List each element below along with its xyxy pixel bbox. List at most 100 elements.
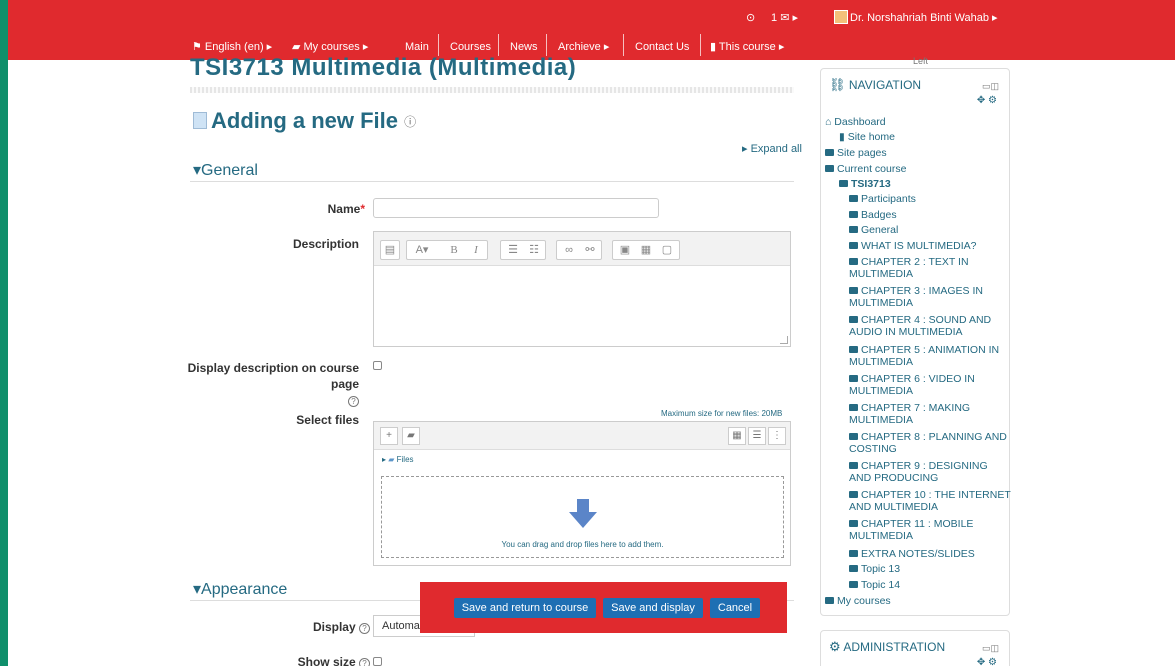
folder-icon <box>849 565 858 572</box>
show-size-checkbox[interactable] <box>373 657 382 666</box>
top-navbar: ⊙ 1 ✉ ▸ Dr. Norshahriah Binti Wahab ▸ ⚑ … <box>8 0 1175 60</box>
tree-view-icon[interactable]: ⋮ <box>768 427 786 445</box>
resize-handle[interactable] <box>780 336 788 344</box>
folder-icon <box>825 149 834 156</box>
nav-general[interactable]: General <box>849 224 1009 236</box>
nav-main[interactable]: Main <box>405 39 429 55</box>
notifications-menu[interactable]: 1 ✉ ▸ <box>771 10 798 26</box>
folder-icon <box>849 404 858 411</box>
user-menu[interactable]: Dr. Norshahriah Binti Wahab ▸ <box>834 10 998 26</box>
home-icon: ⌂ <box>825 116 835 128</box>
display-description-checkbox[interactable] <box>373 361 382 370</box>
nav-what-is-multimedia[interactable]: WHAT IS MULTIMEDIA? <box>849 240 1009 252</box>
folder-icon <box>849 375 858 382</box>
name-input[interactable] <box>373 198 659 218</box>
nav-dashboard[interactable]: ⌂ Dashboard <box>825 116 985 128</box>
caret-right-icon: ▸ <box>989 12 998 24</box>
folder-icon <box>849 258 858 265</box>
nav-topic-14[interactable]: Topic 14 <box>849 579 1009 591</box>
nav-participants[interactable]: Participants <box>849 193 1009 205</box>
folder-icon <box>849 491 858 498</box>
help-icon[interactable]: ? <box>359 623 370 634</box>
nav-chapter-5[interactable]: CHAPTER 5 : ANIMATION IN MULTIMEDIA <box>849 344 1005 368</box>
messages-icon[interactable]: ⊙ <box>746 10 755 26</box>
block-dock-icon[interactable]: ▭◫ <box>982 81 999 92</box>
files-path[interactable]: ▸ ▰ Files <box>382 455 414 464</box>
nav-chapter-11[interactable]: CHAPTER 11 : MOBILE MULTIMEDIA <box>849 518 1005 542</box>
nav-site-home[interactable]: ▮ Site home <box>839 131 999 143</box>
drop-zone-text: You can drag and drop files here to add … <box>501 540 664 549</box>
toolbar-toggle-icon[interactable]: ▤ <box>383 243 397 257</box>
media-icon[interactable]: ▦ <box>639 243 653 257</box>
help-icon[interactable]: ? <box>348 396 359 407</box>
cancel-button[interactable]: Cancel <box>710 598 760 618</box>
bold-icon[interactable]: B <box>447 243 461 257</box>
help-icon[interactable]: ⓘ <box>404 115 416 129</box>
nav-courses[interactable]: Courses <box>450 39 491 55</box>
display-label: Display ? <box>313 620 370 634</box>
nav-chapter-10[interactable]: CHAPTER 10 : THE INTERNET AND MULTIMEDIA <box>849 489 1011 513</box>
folder-icon <box>849 226 858 233</box>
ordered-list-icon[interactable]: ☷ <box>527 243 541 257</box>
block-move-icon[interactable]: ✥ ⚙ <box>977 657 997 666</box>
folder-open-icon <box>825 165 834 172</box>
block-move-icon[interactable]: ✥ ⚙ <box>977 95 997 106</box>
italic-icon[interactable]: I <box>469 243 483 257</box>
nav-news[interactable]: News <box>510 39 538 55</box>
name-label: Name* <box>327 202 365 216</box>
block-dock-icon[interactable]: ▭◫ <box>982 643 999 654</box>
manage-files-icon[interactable]: ▢ <box>660 243 674 257</box>
editor-toolbar: ▤ A▾ B I ☰ ☷ ∞ ⚯ ▣ ▦ ▢ <box>374 232 790 266</box>
nav-chapter-6[interactable]: CHAPTER 6 : VIDEO IN MULTIMEDIA <box>849 373 1005 397</box>
nav-divider <box>498 34 499 56</box>
icon-view-icon[interactable]: ▦ <box>728 427 746 445</box>
list-view-icon[interactable]: ☰ <box>748 427 766 445</box>
administration-block: ⚙ ADMINISTRATION ▭◫ ✥ ⚙ <box>820 630 1010 666</box>
help-icon[interactable]: ? <box>359 658 370 666</box>
page-frame: ⊙ 1 ✉ ▸ Dr. Norshahriah Binti Wahab ▸ ⚑ … <box>8 0 1175 666</box>
book-icon: ▮ <box>710 41 719 53</box>
nav-site-pages[interactable]: Site pages <box>825 147 985 159</box>
link-group: ∞ ⚯ <box>556 240 602 260</box>
nav-chapter-7[interactable]: CHAPTER 7 : MAKING MULTIMEDIA <box>849 402 1005 426</box>
nav-chapter-2[interactable]: CHAPTER 2 : TEXT IN MULTIMEDIA <box>849 256 1005 280</box>
create-folder-icon[interactable]: ▰ <box>402 427 420 445</box>
nav-topic-13[interactable]: Topic 13 <box>849 563 1009 575</box>
unlink-icon[interactable]: ⚯ <box>583 243 597 257</box>
nav-chapter-9[interactable]: CHAPTER 9 : DESIGNING AND PRODUCING <box>849 460 1005 484</box>
nav-archieve[interactable]: Archieve ▸ <box>558 39 609 55</box>
nav-this-course[interactable]: ▮ This course ▸ <box>710 39 784 55</box>
section-appearance-header[interactable]: ▾Appearance <box>193 579 287 599</box>
top-navbar-menu-row: ⚑ English (en) ▸ ▰ My courses ▸ Main Cou… <box>8 34 1175 60</box>
unordered-list-icon[interactable]: ☰ <box>506 243 520 257</box>
expand-all-link[interactable]: ▸ Expand all <box>742 142 802 155</box>
nav-chapter-3[interactable]: CHAPTER 3 : IMAGES IN MULTIMEDIA <box>849 285 1005 309</box>
file-drop-zone[interactable]: You can drag and drop files here to add … <box>381 476 784 558</box>
save-return-button[interactable]: Save and return to course <box>454 598 596 618</box>
title-divider <box>190 87 794 93</box>
link-icon[interactable]: ∞ <box>562 243 576 257</box>
nav-my-courses[interactable]: ▰ My courses ▸ <box>292 39 368 55</box>
nav-contact-us[interactable]: Contact Us <box>635 39 689 55</box>
nav-divider <box>546 34 547 56</box>
font-style-icon[interactable]: A▾ <box>411 243 433 257</box>
add-file-icon[interactable]: + <box>380 427 398 445</box>
nav-course-tsi3713[interactable]: TSI3713 <box>839 178 999 190</box>
image-icon[interactable]: ▣ <box>618 243 632 257</box>
save-display-button[interactable]: Save and display <box>603 598 703 618</box>
administration-title: ⚙ ADMINISTRATION <box>829 639 946 654</box>
nav-extra-notes[interactable]: EXTRA NOTES/SLIDES <box>849 548 1009 560</box>
nav-chapter-4[interactable]: CHAPTER 4 : SOUND AND AUDIO IN MULTIMEDI… <box>849 314 1005 338</box>
nav-chapter-8[interactable]: CHAPTER 8 : PLANNING AND COSTING <box>849 431 1009 455</box>
nav-divider <box>438 34 439 56</box>
nav-my-courses[interactable]: My courses <box>825 595 985 607</box>
nav-badges[interactable]: Badges <box>849 209 1009 221</box>
description-editor[interactable]: ▤ A▾ B I ☰ ☷ ∞ ⚯ ▣ ▦ ▢ <box>373 231 791 347</box>
nav-language[interactable]: ⚑ English (en) ▸ <box>192 39 272 55</box>
folder-icon <box>849 242 858 249</box>
nav-current-course[interactable]: Current course <box>825 163 985 175</box>
section-general-header[interactable]: ▾General <box>193 160 258 180</box>
folder-open-icon <box>839 180 848 187</box>
folder-icon <box>849 520 858 527</box>
nav-divider <box>700 34 701 56</box>
